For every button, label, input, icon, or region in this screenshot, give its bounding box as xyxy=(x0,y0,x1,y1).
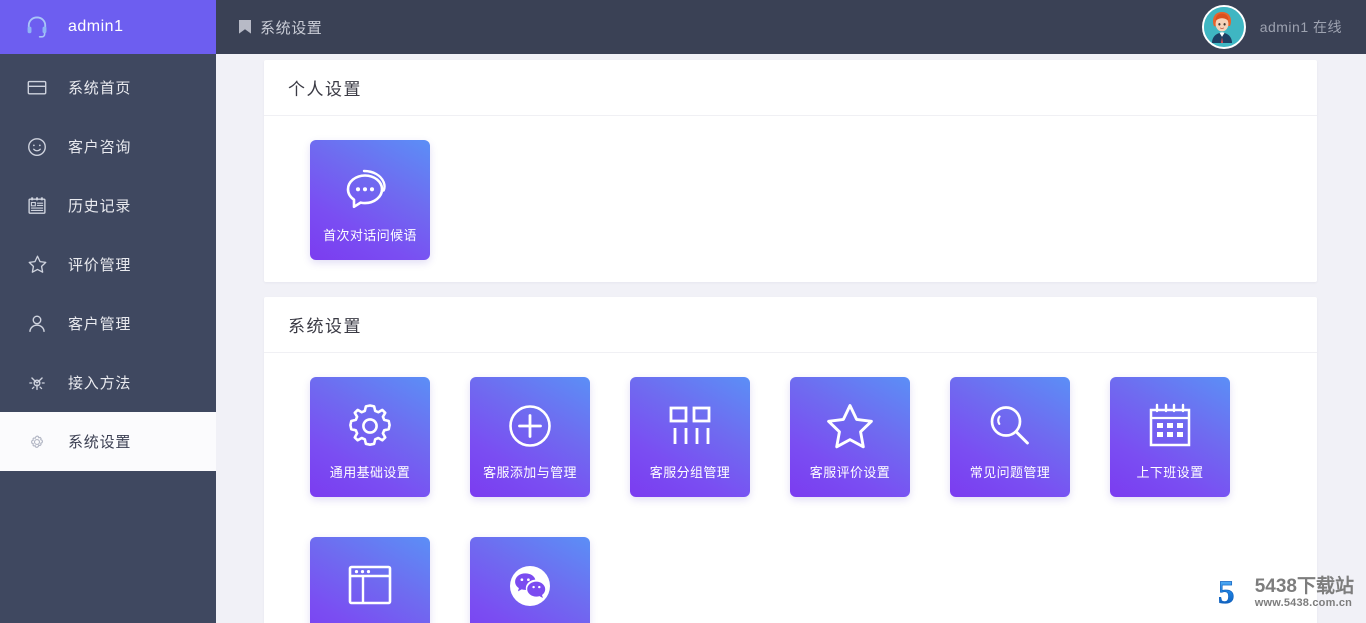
sidebar-item-review[interactable]: 评价管理 xyxy=(0,235,216,294)
card-title: 系统设置 xyxy=(288,317,362,337)
user-status-label: admin1 在线 xyxy=(1259,19,1342,35)
tile-label: 客服添加与管理 xyxy=(483,465,577,480)
window-icon xyxy=(22,73,52,103)
card-title: 个人设置 xyxy=(288,80,362,100)
sidebar-item-history[interactable]: 历史记录 xyxy=(0,176,216,235)
tile-agent-groups[interactable]: 客服分组管理 xyxy=(630,377,750,497)
star-icon xyxy=(823,399,877,453)
tile-label: 通用基础设置 xyxy=(329,465,411,480)
org-chart-icon xyxy=(663,399,717,453)
plus-circle-icon xyxy=(503,399,557,453)
user-menu[interactable]: admin1 在线 xyxy=(1201,5,1342,49)
tile-label: 客服评价设置 xyxy=(809,465,891,480)
tile-label: 客服分组管理 xyxy=(649,465,731,480)
magnifier-icon xyxy=(983,399,1037,453)
sidebar-item-integration[interactable]: 接入方法 xyxy=(0,353,216,412)
sidebar-item-customers[interactable]: 客户管理 xyxy=(0,294,216,353)
app-root: admin1 系统首页 客户咨询 历史记录 评价管理 客户管理 接入方法 系统设… xyxy=(0,0,1366,623)
tile-tab-editor[interactable]: TAB栏编辑 xyxy=(310,537,430,623)
layout-icon xyxy=(343,559,397,613)
sidebar-item-label: 客户管理 xyxy=(68,316,132,333)
sidebar-item-consult[interactable]: 客户咨询 xyxy=(0,117,216,176)
card-body: 通用基础设置 客服添加与管理 客服分组管理 客服评价设置 常见问题管理 上下班设… xyxy=(264,353,1317,623)
card-personal-settings: 个人设置 首次对话问候语 xyxy=(264,60,1317,282)
headset-icon xyxy=(22,12,52,42)
gear-icon xyxy=(343,399,397,453)
sidebar-item-label: 评价管理 xyxy=(68,257,132,274)
tile-wechat-link[interactable]: 客服微信对接 xyxy=(470,537,590,623)
tile-agent-add-manage[interactable]: 客服添加与管理 xyxy=(470,377,590,497)
card-header: 个人设置 xyxy=(264,60,1317,116)
sidebar-item-settings[interactable]: 系统设置 xyxy=(0,412,216,471)
breadcrumb-label: 系统设置 xyxy=(260,19,323,37)
card-body: 首次对话问候语 xyxy=(264,116,1317,282)
sidebar-item-label: 历史记录 xyxy=(68,198,132,215)
sidebar-item-label: 系统设置 xyxy=(68,434,132,451)
sidebar-brand[interactable]: admin1 xyxy=(0,0,216,54)
tile-work-hours[interactable]: 上下班设置 xyxy=(1110,377,1230,497)
sidebar-item-label: 接入方法 xyxy=(68,375,132,392)
tile-label: 上下班设置 xyxy=(1136,465,1204,480)
tile-first-greeting[interactable]: 首次对话问候语 xyxy=(310,140,430,260)
tile-agent-rating[interactable]: 客服评价设置 xyxy=(790,377,910,497)
card-system-settings: 系统设置 通用基础设置 客服添加与管理 客服分组管理 客服评价设置 常见问题管理… xyxy=(264,297,1317,623)
card-header: 系统设置 xyxy=(264,297,1317,353)
tile-general-settings[interactable]: 通用基础设置 xyxy=(310,377,430,497)
user-icon xyxy=(22,309,52,339)
sidebar-brand-label: admin1 xyxy=(68,18,124,35)
breadcrumb: 系统设置 xyxy=(238,17,322,38)
plug-icon xyxy=(22,368,52,398)
gear-icon xyxy=(22,427,52,457)
sidebar-item-label: 客户咨询 xyxy=(68,139,132,156)
sidebar-item-label: 系统首页 xyxy=(68,80,132,97)
star-icon xyxy=(22,250,52,280)
sidebar: admin1 系统首页 客户咨询 历史记录 评价管理 客户管理 接入方法 系统设… xyxy=(0,0,216,623)
smiley-icon xyxy=(22,132,52,162)
bookmark-flag-icon xyxy=(238,19,252,35)
notebook-icon xyxy=(22,191,52,221)
avatar xyxy=(1201,5,1246,49)
wechat-icon xyxy=(503,559,557,613)
main-content: 个人设置 首次对话问候语 系统设置 通用基础设置 客服添加与管理 客服分组管理 … xyxy=(216,54,1366,623)
sidebar-nav: 系统首页 客户咨询 历史记录 评价管理 客户管理 接入方法 系统设置 xyxy=(0,54,216,471)
sidebar-item-home[interactable]: 系统首页 xyxy=(0,58,216,117)
top-header: 系统设置 admin1 在线 xyxy=(216,0,1366,54)
tile-label: 首次对话问候语 xyxy=(323,228,417,243)
calendar-icon xyxy=(1143,399,1197,453)
tile-label: 常见问题管理 xyxy=(969,465,1051,480)
tile-faq-manage[interactable]: 常见问题管理 xyxy=(950,377,1070,497)
chat-bubble-icon xyxy=(343,162,397,216)
